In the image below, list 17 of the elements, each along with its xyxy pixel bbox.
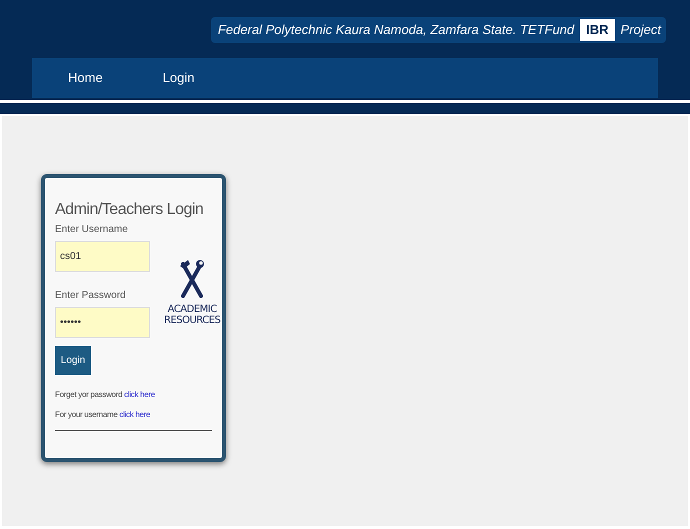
nav-link[interactable]: Home xyxy=(68,68,103,88)
field-label: Enter Username xyxy=(55,223,129,237)
click-here-link[interactable]: click here xyxy=(119,410,150,419)
banner-text: Federal Polytechnic Kaura Namoda, Zamfara State. TETFund xyxy=(218,21,574,40)
login-button[interactable]: Login xyxy=(55,346,91,375)
logo-text: ACADEMIC RESOURCES xyxy=(164,304,220,326)
help-text: Forget yor password click here xyxy=(55,389,156,401)
nav-link[interactable]: Login xyxy=(162,68,194,88)
input-field[interactable]: •••••• xyxy=(55,307,150,338)
login-title: Admin/Teachers Login xyxy=(55,200,204,220)
help-text: For your username click here xyxy=(55,409,152,421)
field-label: Enter Password xyxy=(55,289,127,303)
click-here-link[interactable]: click here xyxy=(124,390,155,399)
input-field[interactable]: cs01 xyxy=(55,241,150,272)
banner-badge: IBR xyxy=(580,19,615,41)
banner-text: Project xyxy=(620,21,661,40)
crossed-tools-icon xyxy=(180,260,204,298)
